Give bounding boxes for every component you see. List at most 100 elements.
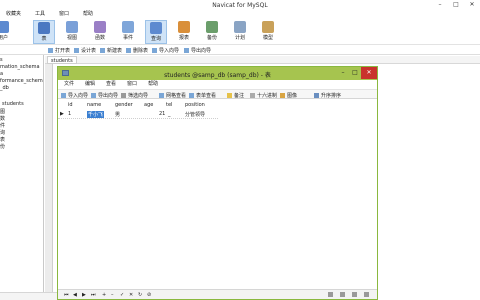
tree-item[interactable]: 件 — [0, 122, 5, 129]
import-wizard-button[interactable]: 导入向导 — [152, 47, 179, 54]
menu-file[interactable]: 文件 — [64, 80, 74, 89]
column-header[interactable]: tel — [166, 102, 172, 109]
next-record-button[interactable]: ▶ — [82, 292, 86, 298]
tree-item[interactable]: formance_schema — [0, 78, 43, 84]
backup-icon — [206, 21, 218, 33]
cell-gender[interactable]: 男 — [115, 111, 120, 118]
memo-button[interactable]: 备注 — [227, 92, 244, 99]
tree-item[interactable]: 询 — [0, 129, 5, 136]
tree-item[interactable]: mation_schema — [0, 64, 40, 70]
record-navigation-bar: ⏮ ◀ ▶ ⏭ + – ✓ ✕ ↻ ⊘ — [58, 289, 377, 299]
object-toolbar: 打开表 设计表 新建表 删除表 导入向导 导出向导 — [0, 45, 480, 55]
export-icon — [91, 93, 96, 98]
event-icon — [122, 21, 134, 33]
filter-wizard-label: 筛选向导 — [128, 93, 149, 99]
image-button[interactable]: 图像 — [280, 92, 297, 99]
menu-favorites[interactable]: 收藏夹 — [6, 10, 21, 18]
page-indicator-icon[interactable] — [352, 292, 357, 297]
stop-button[interactable]: ⊘ — [147, 292, 151, 298]
tool-event[interactable]: 事件 — [117, 20, 139, 44]
cell-position[interactable]: 分管领导 — [185, 111, 205, 118]
export-wizard-button[interactable]: 导出向导 — [91, 92, 118, 99]
tree-item[interactable]: 图 — [0, 108, 5, 115]
first-record-button[interactable]: ⏮ — [64, 292, 69, 298]
tool-user[interactable]: 用户 — [0, 20, 14, 44]
refresh-button[interactable]: ↻ — [138, 292, 142, 298]
sort-ascending-button[interactable]: 升序排序 — [314, 92, 341, 99]
page-indicator-icon[interactable] — [340, 292, 345, 297]
tab-students[interactable]: students — [47, 56, 77, 64]
design-table-button[interactable]: 设计表 — [74, 47, 96, 54]
import-icon — [61, 93, 66, 98]
tool-view[interactable]: 视图 — [61, 20, 83, 44]
new-table-button[interactable]: 新建表 — [100, 47, 122, 54]
close-button[interactable]: ✕ — [464, 0, 480, 10]
window-close-button[interactable]: ✕ — [361, 67, 377, 79]
import-wizard-label: 导入向导 — [159, 48, 180, 54]
tree-item[interactable]: 表 — [0, 136, 5, 143]
filter-wizard-button[interactable]: 筛选向导 — [121, 92, 148, 99]
tree-item[interactable]: a — [0, 71, 3, 77]
form-view-button[interactable]: 表单查看 — [189, 92, 216, 99]
hex-label: 十六进制 — [257, 93, 278, 99]
menu-help[interactable]: 帮助 — [83, 10, 93, 18]
add-record-button[interactable]: + — [102, 292, 106, 298]
column-header[interactable]: id — [68, 102, 73, 109]
sort-ascending-icon — [314, 93, 319, 98]
tool-report[interactable]: 报表 — [173, 20, 195, 44]
tool-table[interactable]: 表 — [33, 20, 55, 44]
cell-age[interactable]: 21 — [159, 111, 165, 118]
apply-button[interactable]: ✓ — [120, 292, 124, 298]
menu-tools[interactable]: 工具 — [35, 10, 45, 18]
tool-backup[interactable]: 备份 — [201, 20, 223, 44]
import-wizard-button[interactable]: 导入向导 — [61, 92, 88, 99]
export-wizard-button[interactable]: 导出向导 — [184, 47, 211, 54]
column-header[interactable]: gender — [115, 102, 133, 109]
menu-edit[interactable]: 编辑 — [85, 80, 95, 89]
menu-help[interactable]: 帮助 — [148, 80, 158, 89]
minimize-button[interactable]: – — [432, 0, 448, 10]
discard-button[interactable]: ✕ — [129, 292, 133, 298]
delete-table-button[interactable]: 删除表 — [126, 47, 148, 54]
grid-view-button[interactable]: 网格查看 — [159, 92, 186, 99]
menu-window[interactable]: 窗口 — [127, 80, 137, 89]
menu-window[interactable]: 窗口 — [59, 10, 69, 18]
menu-view[interactable]: 查看 — [106, 80, 116, 89]
delete-record-button[interactable]: – — [111, 292, 114, 298]
tool-model[interactable]: 模型 — [257, 20, 279, 44]
cell-id[interactable]: 1 — [68, 111, 71, 118]
maximize-button[interactable]: □ — [448, 0, 464, 10]
column-header[interactable]: position — [185, 102, 205, 109]
form-view-label: 表单查看 — [196, 93, 217, 99]
tree-item[interactable]: _db — [0, 85, 9, 91]
tree-item[interactable]: 份 — [0, 143, 5, 150]
cell-tel[interactable]: _ — [168, 111, 171, 118]
data-grid: id name gender age tel position ▶ 1 千小飞 … — [58, 100, 377, 288]
window-minimize-button[interactable]: – — [337, 67, 349, 79]
export-icon — [184, 48, 189, 53]
open-table-button[interactable]: 打开表 — [48, 47, 70, 54]
tool-function[interactable]: 函数 — [89, 20, 111, 44]
tool-query[interactable]: 查询 — [145, 20, 167, 44]
new-table-icon — [100, 48, 105, 53]
hex-button[interactable]: 十六进制 — [250, 92, 277, 99]
user-icon — [0, 21, 9, 33]
row-divider — [58, 118, 218, 119]
tree-item[interactable]: 数 — [0, 115, 5, 122]
last-record-button[interactable]: ⏭ — [91, 292, 96, 298]
page-indicator-icon[interactable] — [328, 292, 333, 297]
column-header[interactable]: age — [144, 102, 153, 109]
cell-name[interactable]: 千小飞 — [87, 111, 105, 118]
tool-table-label: 表 — [41, 36, 47, 42]
column-header[interactable]: name — [87, 102, 101, 109]
page-indicator-icon[interactable] — [364, 292, 369, 297]
tree-item-students[interactable]: students — [2, 101, 24, 107]
tool-schedule[interactable]: 计划 — [229, 20, 251, 44]
export-wizard-label: 导出向导 — [98, 93, 119, 99]
prev-record-button[interactable]: ◀ — [73, 292, 77, 298]
window-maximize-button[interactable]: □ — [349, 67, 361, 79]
current-row-marker: ▶ — [60, 111, 64, 117]
tool-report-label: 报表 — [178, 35, 189, 41]
tree-item[interactable]: s — [0, 57, 3, 63]
delete-table-label: 删除表 — [133, 48, 149, 54]
